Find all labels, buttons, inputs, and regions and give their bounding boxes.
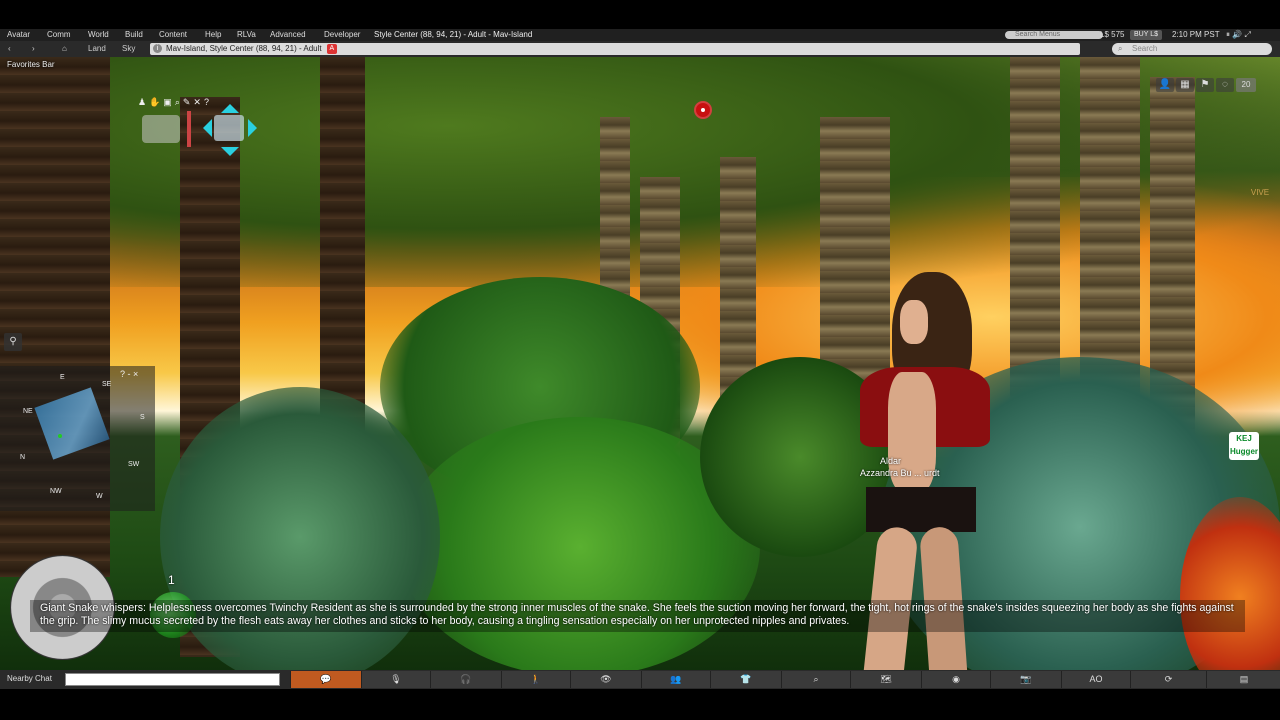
- pan-joystick[interactable]: [200, 101, 260, 159]
- arrow-down-icon[interactable]: [221, 147, 239, 165]
- settings-icon[interactable]: ✎: [183, 97, 194, 107]
- menu-build[interactable]: Build: [125, 29, 143, 41]
- search-placeholder: Search: [1132, 44, 1158, 53]
- minimap-help-button[interactable]: ?: [120, 369, 125, 379]
- system-icons: ⏸ 🔊 ⤢: [1226, 29, 1251, 41]
- pause-icon[interactable]: ⏸: [1226, 30, 1230, 39]
- nearby-chat-label: Nearby Chat: [7, 674, 52, 683]
- walk-icon[interactable]: 🚶: [501, 671, 570, 688]
- pan-center: [214, 115, 244, 141]
- sky-button[interactable]: Sky: [122, 43, 135, 55]
- camera-icon[interactable]: ▣: [163, 97, 175, 107]
- menu-rlva[interactable]: RLVa: [237, 29, 256, 41]
- chat-message: Giant Snake whispers: Helplessness overc…: [30, 600, 1245, 632]
- eye-icon[interactable]: 👁: [570, 671, 641, 688]
- avatar-nametag-line2: Azzandra Bu ... urdt: [860, 468, 940, 478]
- people-icon[interactable]: 👤: [1156, 78, 1174, 92]
- right-hud-icons: 👤 ▦ ⚑ ◌ 20: [1156, 78, 1258, 92]
- search-input[interactable]: ⌕ Search: [1112, 43, 1272, 55]
- minimap-avatar-dot: [58, 434, 62, 438]
- menu-content[interactable]: Content: [159, 29, 187, 41]
- home-icon[interactable]: ⌂: [62, 43, 67, 55]
- search-menus-input[interactable]: Search Menus: [1005, 31, 1103, 39]
- letterbox-top: [0, 0, 1280, 29]
- chat-input[interactable]: [65, 673, 280, 686]
- menu-world[interactable]: World: [88, 29, 109, 41]
- zoom-slider[interactable]: [187, 111, 191, 147]
- volume-icon[interactable]: 🔊: [1232, 30, 1242, 39]
- wheel-counter: 1: [168, 573, 175, 587]
- headset-icon[interactable]: 🎧: [430, 671, 501, 688]
- navigation-bar: ‹ › ⌂ Land Sky i Mav-Island, Style Cente…: [0, 41, 1280, 57]
- compass-n: N: [20, 454, 26, 461]
- compass-se: SE: [102, 381, 112, 388]
- inventory-icon[interactable]: ▤: [1206, 671, 1280, 688]
- arrow-left-icon[interactable]: [194, 119, 212, 137]
- menu-developer[interactable]: Developer: [324, 29, 360, 41]
- bottom-toolbar: Nearby Chat 💬 🎙 🎧 🚶 👁 👥 👕 ⌕ 🗺 ◉ 📷 AO ⟳ ▤: [0, 670, 1280, 689]
- land-button[interactable]: Land: [88, 43, 106, 55]
- buy-currency-button[interactable]: BUY L$: [1130, 30, 1162, 40]
- counter-badge[interactable]: 20: [1236, 78, 1256, 92]
- search-icon[interactable]: ⌕: [781, 671, 850, 688]
- menu-avatar[interactable]: Avatar: [7, 29, 30, 41]
- person-icon[interactable]: ♟: [138, 97, 149, 107]
- location-input[interactable]: i Mav-Island, Style Center (88, 94, 21) …: [150, 42, 1224, 55]
- linden-balance[interactable]: L$ 575: [1100, 29, 1124, 41]
- compass-sw: SW: [128, 461, 140, 468]
- compass-ne: NE: [23, 408, 33, 415]
- compass-nw: NW: [50, 488, 62, 495]
- menu-help[interactable]: Help: [205, 29, 221, 41]
- compass-w: W: [96, 493, 103, 500]
- favorites-bar[interactable]: Favorites Bar: [7, 60, 55, 69]
- zoom-icon[interactable]: ⌕: [175, 97, 183, 107]
- info-icon[interactable]: i: [153, 44, 162, 53]
- minimap-minimize-button[interactable]: -: [128, 369, 131, 379]
- forward-arrow-icon[interactable]: ›: [32, 43, 35, 55]
- hand-icon[interactable]: ✋: [149, 97, 163, 107]
- avatar-shorts: [866, 487, 976, 532]
- snapshot-camera-icon[interactable]: 📷: [990, 671, 1061, 688]
- arrow-up-icon[interactable]: [221, 95, 239, 113]
- clock: 2:10 PM PST: [1172, 30, 1220, 39]
- avatar-face: [900, 300, 928, 344]
- object-beacon-icon[interactable]: [694, 101, 712, 119]
- microphone-icon[interactable]: 🎙: [361, 671, 430, 688]
- camera-controls: ♟✋▣⌕✎✕?: [138, 97, 266, 159]
- main-menu-bar: Avatar Comm World Build Content Help RLV…: [0, 29, 1280, 41]
- appearance-shirt-icon[interactable]: 👕: [710, 671, 781, 688]
- kej-hugger-logo[interactable]: KEJ Hugger: [1229, 432, 1259, 460]
- compass-s: S: [140, 414, 145, 421]
- mini-cam-icon[interactable]: ◌: [1216, 78, 1234, 92]
- menu-advanced[interactable]: Advanced: [270, 29, 306, 41]
- compass-e: E: [60, 374, 65, 381]
- map-icon[interactable]: 🗺: [850, 671, 921, 688]
- sync-icon[interactable]: ⟳: [1130, 671, 1206, 688]
- radar-icon[interactable]: ◉: [921, 671, 990, 688]
- hud-logo[interactable]: VIVE: [1246, 188, 1274, 220]
- agave-plant: [160, 387, 440, 687]
- maturity-rating-badge: A: [326, 43, 337, 54]
- location-pin-icon[interactable]: ⚲: [4, 333, 22, 351]
- chat-bubble-icon[interactable]: 💬: [290, 671, 361, 688]
- search-icon: ⌕: [1118, 44, 1123, 53]
- arrow-right-icon[interactable]: [248, 119, 266, 137]
- avatar-nametag-line1: Aldar: [880, 456, 902, 466]
- letterbox-bottom: [0, 689, 1280, 720]
- minimap-close-button[interactable]: ×: [133, 369, 138, 379]
- minimap-terrain: [34, 387, 110, 460]
- menu-comm[interactable]: Comm: [47, 29, 71, 41]
- ao-button[interactable]: AO: [1061, 671, 1130, 688]
- map-pin-icon[interactable]: ⚑: [1196, 78, 1214, 92]
- location-text: Mav-Island, Style Center (88, 94, 21) - …: [166, 44, 322, 53]
- location-title: Style Center (88, 94, 21) - Adult - Mav-…: [374, 30, 533, 39]
- expand-icon[interactable]: ⤢: [1244, 30, 1250, 39]
- minimap-controls: ? - ×: [120, 369, 138, 379]
- people-icon[interactable]: 👥: [641, 671, 710, 688]
- hud-icon[interactable]: ▦: [1176, 78, 1194, 92]
- minimap[interactable]: ? - × E SE NE S N SW NW W: [0, 366, 155, 511]
- back-arrow-icon[interactable]: ‹: [8, 43, 11, 55]
- orbit-joystick[interactable]: [142, 115, 180, 143]
